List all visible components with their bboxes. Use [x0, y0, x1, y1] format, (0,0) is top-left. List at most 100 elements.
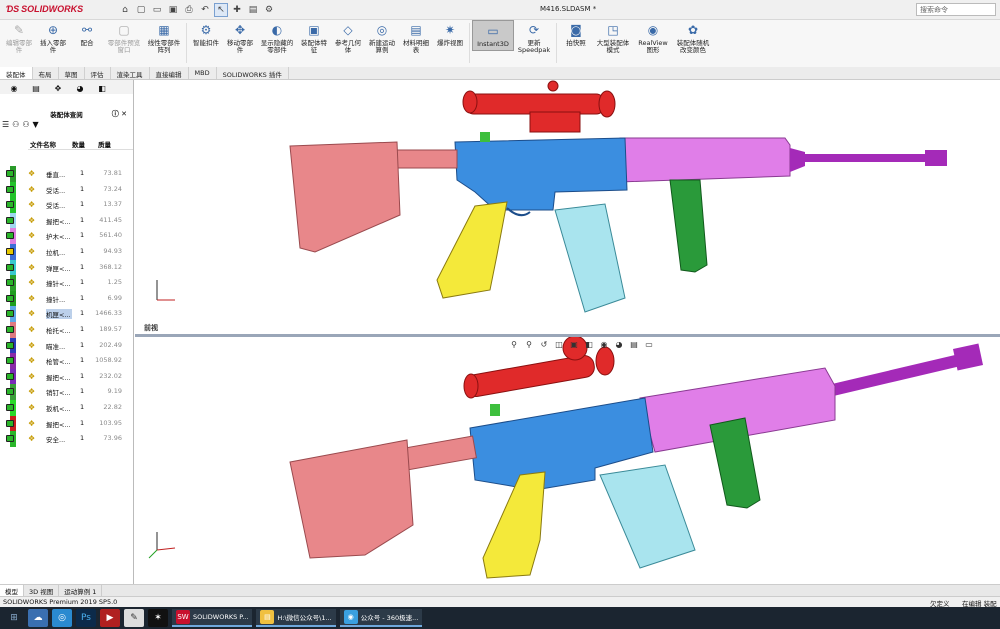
visibility-flag-icon[interactable] [6, 372, 14, 380]
ribbon-button-13[interactable]: ▭ Instant3D [472, 20, 514, 51]
group-icon[interactable]: ⚇ [12, 120, 19, 132]
magazine-iso[interactable] [599, 464, 696, 569]
ribbon-button-6[interactable]: ✥ 移动零部件 [223, 20, 257, 56]
table-row[interactable]: ❖ 撞针<... 1 1.25 [0, 275, 134, 291]
command-tab-3[interactable]: 评估 [85, 67, 111, 79]
filter-icon[interactable]: ▼ [33, 120, 39, 132]
feature-tree-tab-icon[interactable]: ◉ [4, 82, 24, 94]
command-tab-1[interactable]: 布局 [33, 67, 59, 79]
scope-body[interactable] [464, 93, 606, 115]
stock-iso[interactable] [289, 439, 414, 559]
ribbon-button-9[interactable]: ◇ 参考几何体 [331, 20, 365, 56]
ribbon-button-0[interactable]: ✎ 编辑零部件 [2, 20, 36, 56]
photoshop-icon[interactable]: Ps [76, 609, 96, 627]
bottom-tab-1[interactable]: 3D 视图 [24, 585, 60, 596]
visibility-flag-icon[interactable] [6, 201, 14, 209]
help-close-icons[interactable]: ⓘ ✕ [112, 109, 127, 119]
ribbon-button-14[interactable]: ⟳ 更新Speedpak [514, 20, 554, 56]
column-qty[interactable]: 数量 [70, 139, 96, 149]
scope-front-lens-iso[interactable] [595, 346, 615, 376]
column-mass[interactable]: 质量 [96, 139, 126, 149]
assembly-visualization-tab-icon[interactable]: ◧ [92, 82, 112, 94]
scope-front-lens[interactable] [598, 90, 616, 118]
section-view-icon[interactable]: ◫ [553, 338, 565, 350]
scope-eyepiece-iso[interactable] [463, 373, 479, 399]
tool-app-icon[interactable]: ✎ [124, 609, 144, 627]
buffer-tube-iso[interactable] [403, 435, 477, 471]
visibility-flag-icon[interactable] [6, 357, 14, 365]
command-tab-6[interactable]: MBD [189, 67, 217, 79]
ribbon-button-5[interactable]: ⚙ 智能扣件 [189, 20, 223, 49]
ribbon-button-3[interactable]: ▢ 零部件预览窗口 [104, 20, 144, 56]
table-row[interactable]: ❖ 撞针... 1 6.99 [0, 290, 134, 307]
file-properties-icon[interactable]: ▤ [246, 3, 260, 17]
rifle-front-view[interactable] [289, 80, 947, 313]
visibility-flag-icon[interactable] [6, 247, 14, 255]
edit-appearance-icon[interactable]: ◕ [613, 338, 625, 350]
ribbon-button-2[interactable]: ⚯ 配合 [70, 20, 104, 49]
table-row[interactable]: ❖ 枪托<... 1 189.57 [0, 321, 134, 338]
select-pointer-icon[interactable]: ↖ [214, 3, 228, 17]
visibility-flag-icon[interactable] [6, 232, 14, 240]
visibility-flag-icon[interactable] [6, 419, 14, 427]
scope-mount[interactable] [529, 111, 581, 133]
table-row[interactable]: ❖ 受话... 1 73.24 [0, 181, 134, 198]
table-row[interactable]: ❖ 受话... 1 13.37 [0, 197, 134, 213]
buffer-tube[interactable] [394, 149, 458, 169]
view-settings-icon[interactable]: ▭ [643, 338, 655, 350]
scope-body-iso[interactable] [464, 354, 596, 398]
visibility-flag-icon[interactable] [6, 435, 14, 443]
view-orientation-icon[interactable]: ▣ [568, 338, 580, 350]
taskbar-app-2[interactable]: ◉ 公众号 - 360极速... [339, 609, 423, 627]
taskbar-app-1[interactable]: ▤ H:\微信公众号\1... [256, 609, 336, 627]
ribbon-button-12[interactable]: ✷ 爆炸视图 [433, 20, 467, 49]
visibility-flag-icon[interactable] [6, 185, 14, 193]
pistol-grip[interactable] [436, 201, 508, 299]
muzzle-brake[interactable] [925, 150, 947, 166]
muzzle-brake-iso[interactable] [952, 343, 984, 371]
ribbon-button-10[interactable]: ◎ 新建运动算例 [365, 20, 399, 56]
visibility-flag-icon[interactable] [6, 216, 14, 224]
sok-app-icon[interactable]: ✶ [148, 609, 168, 627]
zoom-to-fit-icon[interactable]: ⚲ [508, 338, 520, 350]
handguard[interactable] [619, 137, 791, 183]
cloud-app-icon[interactable]: ☁ [28, 609, 48, 627]
viewport-splitter[interactable] [135, 334, 1000, 337]
solidworks-logo[interactable]: ƊS SOLIDWORKS [6, 4, 83, 14]
property-manager-tab-icon[interactable]: ▤ [26, 82, 46, 94]
previous-view-icon[interactable]: ↺ [538, 338, 550, 350]
open-folder-icon[interactable]: ▭ [150, 3, 164, 17]
visibility-flag-icon[interactable] [6, 170, 14, 177]
visibility-flag-icon[interactable] [6, 325, 14, 333]
ribbon-button-1[interactable]: ⊕ 插入零部件 [36, 20, 70, 56]
ribbon-button-16[interactable]: ◳ 大型装配体模式 [593, 20, 633, 56]
ribbon-button-15[interactable]: ◙ 拍快照 [559, 20, 593, 49]
table-row[interactable]: ❖ 扳机<... 1 22.82 [0, 399, 134, 416]
table-row[interactable]: ❖ 销钉<... 1 9.19 [0, 384, 134, 400]
zoom-area-icon[interactable]: ⚲ [523, 338, 535, 350]
stock[interactable] [289, 141, 401, 253]
rifle-iso-view[interactable] [289, 335, 984, 579]
command-tab-4[interactable]: 渲染工具 [111, 67, 150, 79]
vertical-grip[interactable] [669, 179, 708, 273]
table-row[interactable]: ❖ 安全... 1 73.96 [0, 431, 134, 447]
visibility-flag-icon[interactable] [6, 263, 14, 271]
charging-handle[interactable] [480, 132, 490, 142]
rebuild-icon[interactable]: ✚ [230, 3, 244, 17]
visibility-flag-icon[interactable] [6, 403, 14, 411]
options-gear-icon[interactable]: ⚙ [262, 3, 276, 17]
ribbon-button-7[interactable]: ◐ 显示隐藏的零部件 [257, 20, 297, 56]
ribbon-button-17[interactable]: ◉ RealView图形 [633, 20, 673, 56]
command-tab-2[interactable]: 草图 [59, 67, 85, 79]
graphics-area[interactable] [135, 80, 1000, 584]
hide-show-icon[interactable]: ◉ [598, 338, 610, 350]
table-row[interactable]: ❖ 握把<... 1 411.45 [0, 212, 134, 229]
bottom-tab-0[interactable]: 模型 [0, 585, 24, 596]
receiver[interactable] [454, 137, 628, 211]
table-row[interactable]: ❖ 枪管<... 1 1058.92 [0, 353, 134, 369]
list-view-icon[interactable]: ☰ [2, 120, 9, 132]
table-row[interactable]: ❖ 瞄准... 1 202.49 [0, 337, 134, 354]
scope-eyepiece[interactable] [462, 90, 478, 114]
command-tab-5[interactable]: 直接编辑 [150, 67, 189, 79]
table-row[interactable]: ❖ 拉机... 1 94.93 [0, 243, 134, 260]
